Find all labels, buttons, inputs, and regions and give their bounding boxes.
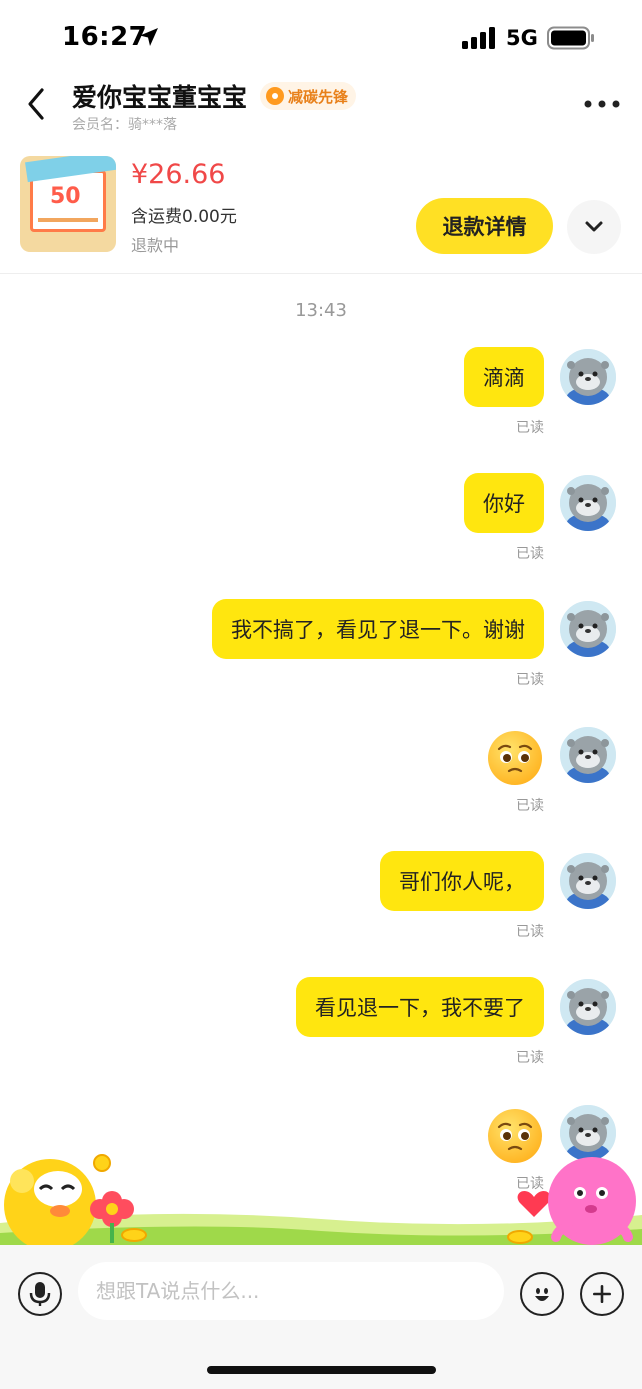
user-avatar[interactable] [558,599,618,659]
seal-avatar-icon [560,727,616,783]
coupon-bar [38,218,98,222]
seal-avatar-icon [560,853,616,909]
leaf-badge-icon [266,87,284,105]
order-card[interactable]: 50 ¥26.66 含运费0.00元 退款中 退款详情 [0,144,642,274]
chevron-down-icon [585,221,603,232]
pleading-face-icon [488,1109,542,1163]
message-bubble[interactable]: 你好 [464,473,544,533]
read-status: 已读 [516,1050,544,1066]
read-status: 已读 [516,924,544,940]
chat-area[interactable]: 13:43 滴滴 已读 你好 已读 我不搞了，看见了退一下。谢谢 已读 已读 哥… [0,275,642,1245]
user-avatar[interactable] [558,725,618,785]
message-input[interactable] [78,1262,504,1320]
message-row: 看见退一下，我不要了 已读 [0,977,642,1087]
refund-details-button[interactable]: 退款详情 [416,198,553,254]
chat-timestamp: 13:43 [295,300,347,321]
read-status: 已读 [516,798,544,814]
badge-label: 减碳先锋 [288,87,349,106]
battery-icon [547,26,594,50]
microphone-icon [29,1282,51,1306]
message-row: 已读 [0,1103,642,1213]
message-row: 滴滴 已读 [0,347,642,457]
smiley-face-icon [535,1288,549,1301]
user-avatar[interactable] [558,1103,618,1163]
input-bar [0,1245,642,1389]
read-status: 已读 [516,672,544,688]
carbon-badge[interactable]: 减碳先锋 [260,82,357,110]
order-status: 退款中 [131,236,180,255]
message-bubble[interactable]: 滴滴 [464,347,544,407]
seal-avatar-icon [560,601,616,657]
seal-avatar-icon [560,475,616,531]
voice-input-button[interactable] [18,1272,62,1316]
emoji-button[interactable] [520,1272,564,1316]
coupon-number: 50 [50,184,81,209]
read-status: 已读 [516,546,544,562]
read-status: 已读 [516,1176,544,1192]
message-row: 我不搞了，看见了退一下。谢谢 已读 [0,599,642,709]
message-bubble[interactable]: 看见退一下，我不要了 [296,977,544,1037]
seal-avatar-icon [560,349,616,405]
message-bubble[interactable]: 我不搞了，看见了退一下。谢谢 [212,599,544,659]
product-thumbnail[interactable]: 50 [20,156,116,252]
shipping-fee: 含运费0.00元 [131,207,237,227]
user-avatar[interactable] [558,347,618,407]
pleading-face-sticker[interactable] [486,729,544,787]
read-status: 已读 [516,420,544,436]
status-time: 16:27 [62,22,148,52]
message-row: 哥们你人呢， 已读 [0,851,642,961]
more-actions-button[interactable] [580,1272,624,1316]
chat-timestamp: 16:26 [295,1230,347,1245]
location-arrow-icon [140,28,158,46]
network-label: 5G [506,26,538,50]
message-bubble[interactable]: 哥们你人呢， [380,851,544,911]
pleading-face-sticker[interactable] [486,1107,544,1165]
seal-avatar-icon [560,979,616,1035]
member-name: 会员名：骑***落 [72,117,177,133]
order-price: ¥26.66 [131,159,226,190]
pleading-face-icon [488,731,542,785]
message-row: 已读 [0,725,642,835]
user-avatar[interactable] [558,851,618,911]
user-avatar[interactable] [558,977,618,1037]
signal-bars-icon [462,27,495,49]
chat-header: 爱你宝宝董宝宝 减碳先锋 会员名：骑***落 [0,74,642,144]
more-options-icon[interactable] [582,92,622,116]
status-bar: 16:27 5G [0,0,642,74]
home-indicator [207,1366,436,1374]
user-avatar[interactable] [558,473,618,533]
expand-button[interactable] [567,200,621,254]
shop-name[interactable]: 爱你宝宝董宝宝 [72,78,247,114]
back-arrow-icon[interactable] [22,84,52,124]
message-row: 你好 已读 [0,473,642,583]
seal-avatar-icon [560,1105,616,1161]
plus-icon [593,1285,611,1303]
